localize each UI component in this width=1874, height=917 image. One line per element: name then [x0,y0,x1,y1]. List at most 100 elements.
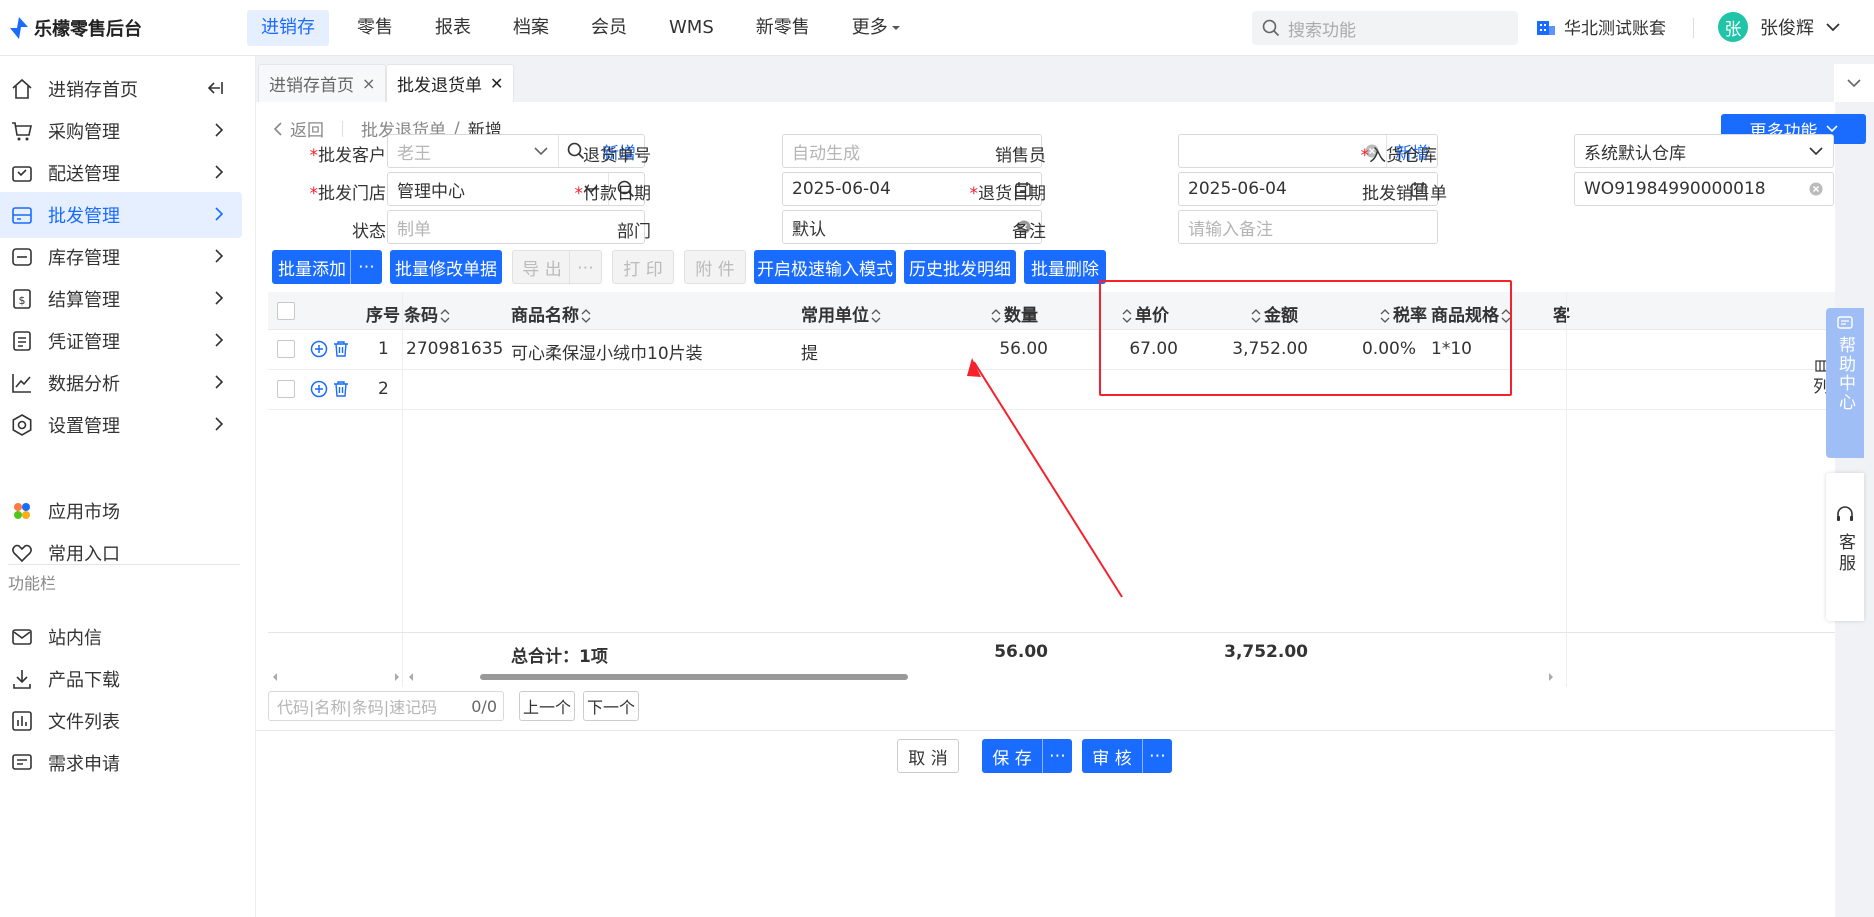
sidebar-item-label: 常用入口 [48,544,120,565]
sidebar-item-wholesale[interactable]: 批发管理 [0,192,242,238]
find-placeholder: 代码|名称|条码|速记码 [277,698,438,717]
sidebar-item-label: 数据分析 [48,374,120,395]
nav-new-retail[interactable]: 新零售 [742,10,824,46]
logo-text: 乐檬零售后台 [34,18,142,40]
close-icon[interactable]: ✕ [490,74,503,93]
settlement-icon: $ [10,287,34,311]
building-icon [1537,20,1555,35]
voucher-icon [10,329,34,353]
chart-icon [10,371,34,395]
chevron-right-icon [215,375,224,389]
find-next-button[interactable]: 下一个 [583,691,639,721]
sidebar-item-downloads[interactable]: 产品下载 [0,656,242,702]
save-more-button[interactable]: ⋯ [1042,739,1072,773]
nav-member[interactable]: 会员 [577,10,641,46]
sidebar-item-home[interactable]: 进销存首页 [0,66,242,112]
top-nav: 进销存 零售 报表 档案 会员 WMS 新零售 更多 [240,0,922,56]
tab-wholesale-return[interactable]: 批发退货单 ✕ [386,64,515,102]
sidebar-item-label: 应用市场 [48,502,120,523]
download-icon [10,667,34,691]
search-placeholder: 搜索功能 [1288,20,1356,41]
sidebar-section-title: 功能栏 [8,574,57,593]
customer-service-label: 客服 [1835,533,1855,575]
chevron-right-icon [215,207,224,221]
find-count: 0/0 [471,697,497,716]
content-panel: 返回 批发退货单 / 新增 更多功能 *批发客户 老王 新增 退货单号 自动生成… [256,102,1866,917]
nav-jinxiaocun[interactable]: 进销存 [247,9,329,46]
sidebar-item-delivery[interactable]: 配送管理 [0,150,242,196]
sidebar-item-messages[interactable]: 站内信 [0,614,242,660]
tab-label: 进销存首页 [269,76,354,96]
home-icon [10,77,34,101]
avatar: 张 [1718,12,1748,42]
user-menu[interactable]: 张 张俊辉 [1718,12,1840,42]
tab-jxc-home[interactable]: 进销存首页 × [258,64,387,102]
cart-icon [10,119,34,143]
sidebar-item-label: 批发管理 [48,206,120,227]
sidebar-item-purchase[interactable]: 采购管理 [0,108,242,154]
sidebar-item-app-market[interactable]: 应用市场 [0,488,242,534]
inventory-icon [10,245,34,269]
sidebar: 进销存首页 采购管理 配送管理 批发管理 库存管理 $ 结算管理 凭证管理 数据… [0,56,256,917]
search-icon [1262,19,1280,37]
sidebar-item-settings[interactable]: 设置管理 [0,402,242,448]
nav-retail[interactable]: 零售 [343,10,407,46]
cancel-button[interactable]: 取 消 [897,739,959,773]
find-input[interactable]: 代码|名称|条码|速记码 0/0 [268,691,504,721]
sidebar-item-label: 凭证管理 [48,332,120,353]
account-switcher[interactable]: 华北测试账套 [1536,14,1666,39]
sidebar-item-label: 文件列表 [48,712,120,733]
delivery-icon [10,161,34,185]
chevron-right-icon [215,333,224,347]
top-bar: 乐檬零售后台 进销存 零售 报表 档案 会员 WMS 新零售 更多 搜索功能 华… [0,0,1874,56]
sidebar-item-label: 配送管理 [48,164,120,185]
help-center-button[interactable]: 帮助中心 [1826,308,1864,458]
save-button[interactable]: 保 存 ⋯ [982,739,1072,773]
sidebar-item-inventory[interactable]: 库存管理 [0,234,242,280]
account-name: 华北测试账套 [1564,19,1666,39]
tab-dropdown[interactable] [1834,64,1874,102]
sidebar-divider [8,564,240,565]
sidebar-item-label: 产品下载 [48,670,120,691]
sidebar-item-label: 进销存首页 [48,80,138,101]
sidebar-item-file-list[interactable]: 文件列表 [0,698,242,744]
main-area: 进销存首页 × 批发退货单 ✕ 返回 批发退货单 / 新增 更多功能 *批发客户 [256,56,1874,917]
collapse-sidebar-icon[interactable] [206,80,224,96]
sidebar-item-voucher[interactable]: 凭证管理 [0,318,242,364]
nav-wms[interactable]: WMS [655,10,728,46]
customer-service-button[interactable]: 客服 [1826,473,1864,621]
nav-more[interactable]: 更多 [838,10,915,46]
find-prev-button[interactable]: 上一个 [519,691,575,721]
bottom-action-bar: 取 消 保 存 ⋯ 审 核 ⋯ [256,730,1835,815]
sidebar-item-label: 采购管理 [48,122,120,143]
chevron-down-icon [1826,23,1840,32]
sidebar-item-label: 结算管理 [48,290,120,311]
help-center-label: 帮助中心 [1835,336,1855,412]
sidebar-item-label: 需求申请 [48,754,120,775]
mail-icon [10,625,34,649]
audit-more-button[interactable]: ⋯ [1142,739,1172,773]
sidebar-item-label: 库存管理 [48,248,120,269]
sidebar-item-analytics[interactable]: 数据分析 [0,360,242,406]
close-icon[interactable]: × [362,74,375,93]
sidebar-item-requests[interactable]: 需求申请 [0,740,242,786]
app-logo[interactable]: 乐檬零售后台 [0,15,240,41]
sidebar-item-label: 站内信 [48,628,102,649]
nav-reports[interactable]: 报表 [421,10,485,46]
chevron-right-icon [215,165,224,179]
tab-label: 批发退货单 [397,76,482,96]
logo-icon [10,16,28,39]
svg-text:$: $ [19,294,26,307]
app-market-icon [10,499,34,523]
audit-button[interactable]: 审 核 ⋯ [1082,739,1172,773]
chevron-right-icon [215,417,224,431]
request-icon [10,751,34,775]
chat-icon [1837,316,1853,329]
headset-icon [1837,506,1853,521]
search-input[interactable]: 搜索功能 [1252,11,1518,45]
chevron-down-icon [1847,79,1861,88]
sidebar-item-settlement[interactable]: $ 结算管理 [0,276,242,322]
nav-archive[interactable]: 档案 [499,10,563,46]
tab-strip: 进销存首页 × 批发退货单 ✕ [256,56,1874,102]
caret-down-icon [891,25,900,30]
